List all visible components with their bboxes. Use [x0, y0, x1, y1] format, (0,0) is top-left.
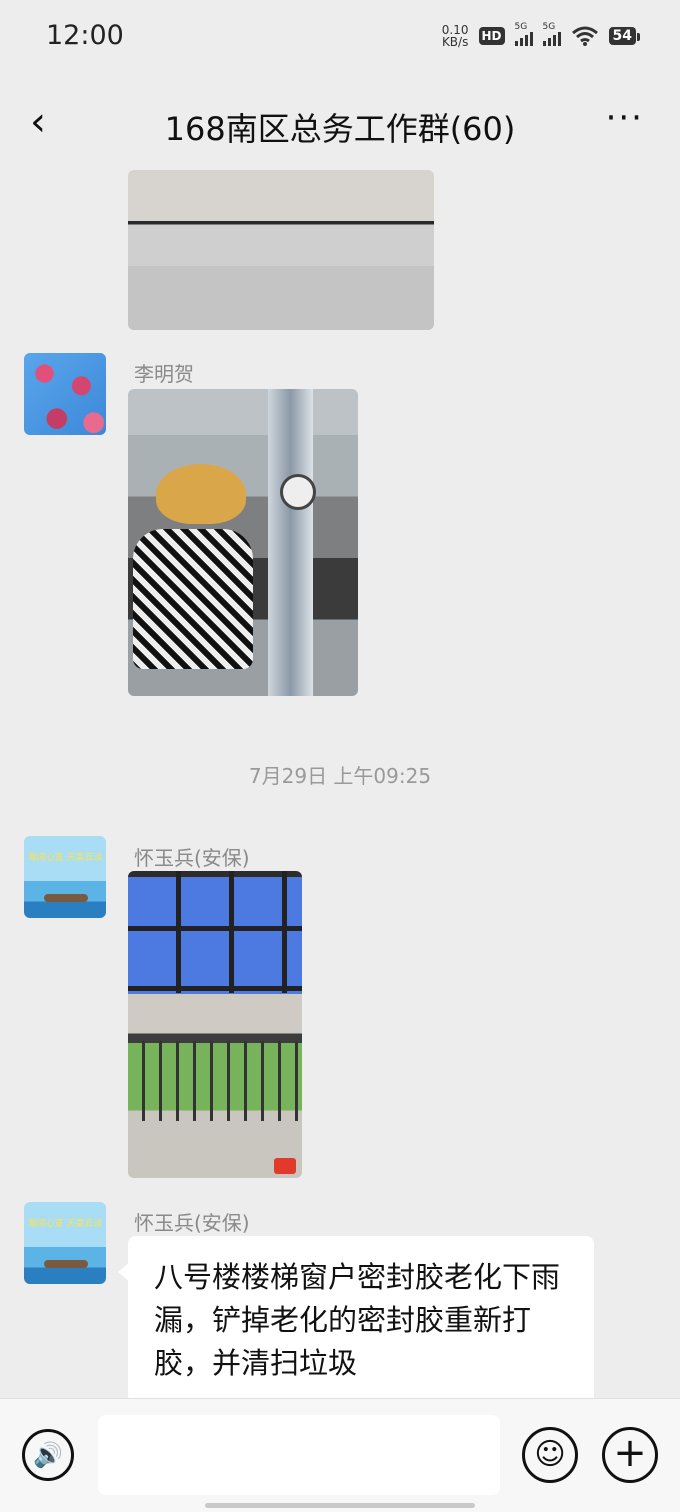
avatar[interactable]: 海阔心宽 天高云淡 — [24, 1202, 106, 1284]
voice-icon[interactable]: 🔊 — [22, 1429, 74, 1481]
sender-name: 怀玉兵(安保) — [134, 846, 250, 870]
battery-icon: 54 — [608, 27, 641, 45]
status-icons: 0.10 KB/s HD 5G 5G 54 — [441, 22, 641, 49]
avatar-text: 海阔心宽 天高云淡 — [27, 1219, 103, 1229]
status-time: 12:00 — [46, 20, 124, 51]
plus-icon[interactable]: + — [602, 1427, 658, 1483]
message-image-worker[interactable] — [128, 389, 358, 696]
chat-title: 168南区总务工作群(60) — [164, 110, 516, 148]
message-input[interactable] — [98, 1415, 500, 1495]
status-bar: 12:00 0.10 KB/s HD 5G 5G 54 — [0, 0, 680, 80]
ellipsis-icon[interactable]: ··· — [606, 98, 644, 138]
network-speed: 0.10 KB/s — [441, 23, 469, 49]
message-bubble[interactable]: 八号楼楼梯窗户密封胶老化下雨漏，铲掉老化的密封胶重新打胶，并清扫垃圾 — [118, 1236, 594, 1403]
message-timestamp: 7月29日 上午09:25 — [248, 764, 432, 788]
message-image-window[interactable] — [128, 871, 302, 1178]
hd-icon: HD — [478, 27, 505, 45]
wifi-icon — [571, 26, 598, 46]
chat-header: ‹ 168南区总务工作群(60) ··· — [0, 80, 680, 170]
signal-icon: 5G — [542, 22, 561, 46]
input-bar: 🔊 ☺ + — [0, 1398, 680, 1512]
home-indicator[interactable] — [205, 1503, 475, 1508]
avatar[interactable] — [24, 353, 106, 435]
message-image-partial[interactable] — [128, 170, 434, 330]
sender-name: 李明贺 — [134, 362, 194, 386]
avatar[interactable]: 海阔心宽 天高云淡 — [24, 836, 106, 918]
signal-icon: 5G — [514, 22, 533, 46]
avatar-text: 海阔心宽 天高云淡 — [27, 853, 103, 863]
sender-name: 怀玉兵(安保) — [134, 1211, 250, 1235]
emoji-icon[interactable]: ☺ — [522, 1427, 578, 1483]
